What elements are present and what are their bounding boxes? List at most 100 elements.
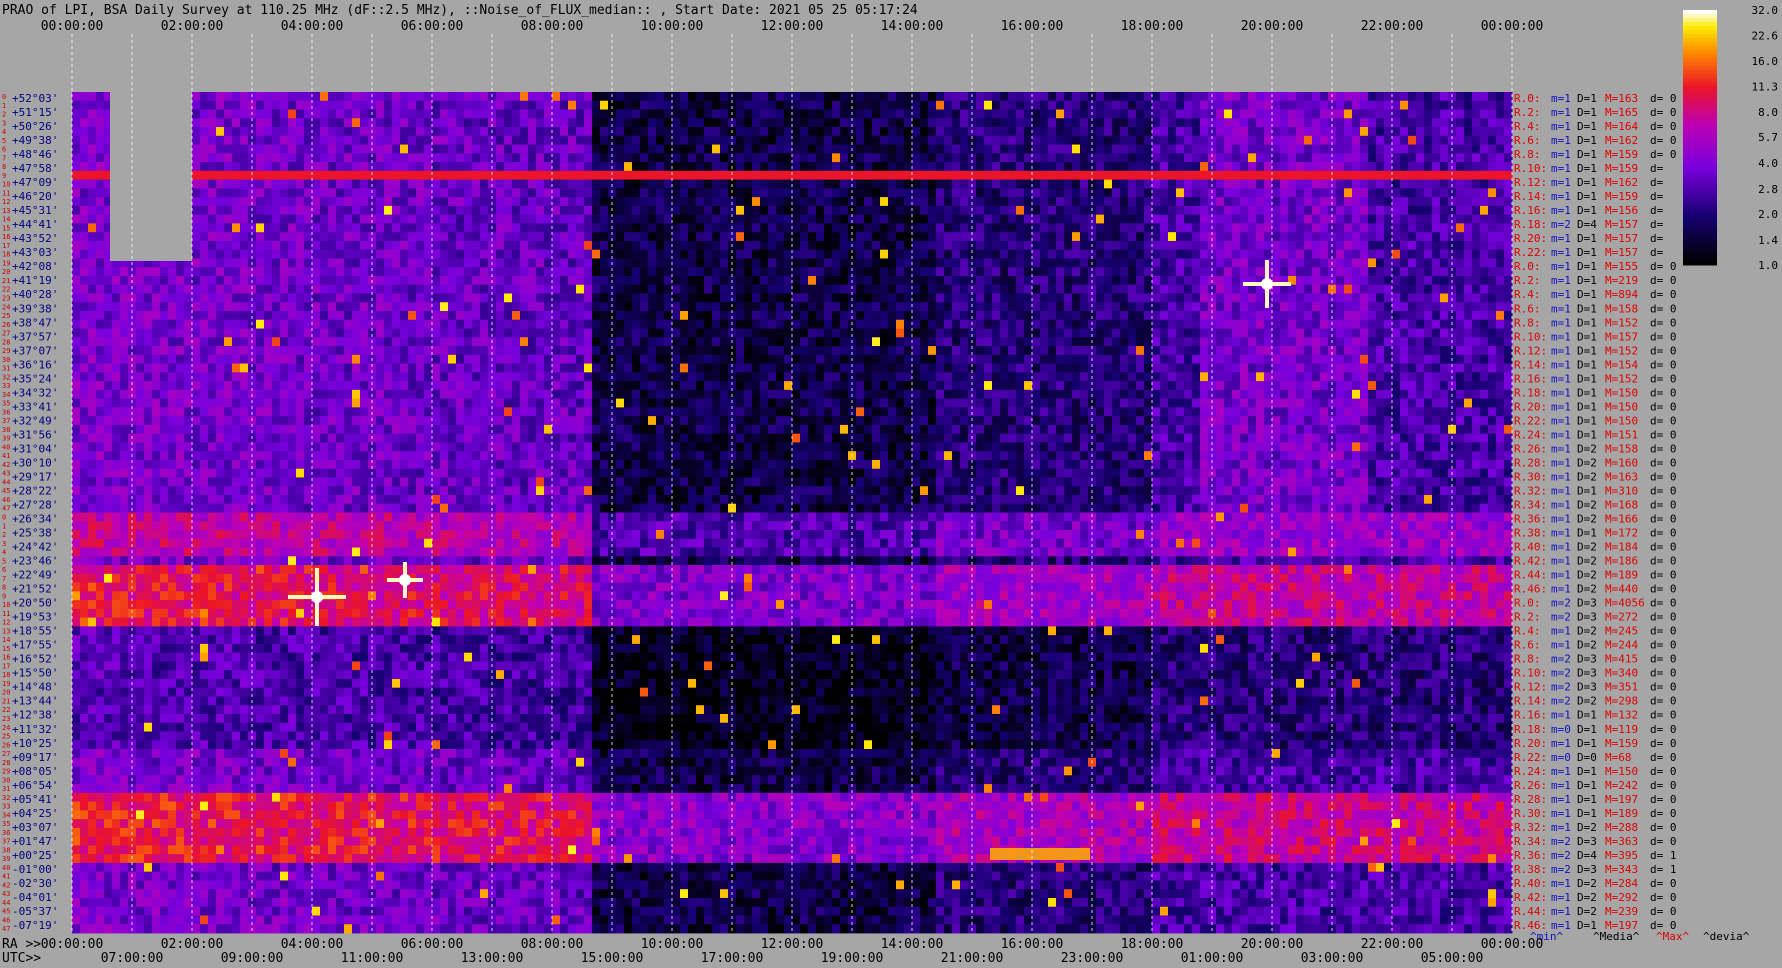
heat-cell [816,232,825,242]
heat-cell [1312,100,1321,110]
heat-cell [1320,267,1329,277]
heat-cell [280,258,289,268]
heat-cell [88,302,97,312]
heat-cell [208,284,217,294]
heat-cell [1248,170,1257,180]
heat-cell [1456,232,1465,242]
heat-cell [1040,127,1049,137]
heat-cell [760,275,769,286]
heat-cell [80,144,89,154]
heat-cell [88,205,97,216]
heat-cell [448,162,457,172]
heat-cell [232,214,241,224]
heat-cell [896,214,905,224]
heat-cell [784,223,793,233]
heat-cell [424,284,433,294]
heat-cell [776,153,785,163]
heat-cell [976,109,985,119]
heat-cell [552,223,561,233]
heat-cell [840,223,849,233]
heat-cell [760,153,769,163]
heat-cell [1032,240,1041,251]
heat-cell [544,223,553,233]
heat-cell [1312,205,1321,216]
heat-cell [1200,258,1209,268]
heat-cell [1248,144,1257,154]
heat-cell [344,118,353,128]
heat-cell [264,188,273,198]
heat-cell [1360,275,1369,286]
heat-cell [936,302,945,312]
heat-cell [528,214,537,224]
heat-cell [512,109,521,119]
heat-cell [1000,127,1009,137]
heat-cell [256,311,265,321]
heat-cell [224,311,233,321]
heat-cell [528,109,537,119]
heat-cell [440,170,449,180]
heat-cell [560,197,569,207]
heat-cell [696,223,705,233]
heat-cell [1096,258,1105,268]
heat-cell [1032,100,1041,110]
heat-cell [1048,275,1057,286]
heat-cell [1504,197,1513,207]
heat-cell [760,284,769,294]
heat-cell [1488,118,1497,128]
heat-cell [752,92,761,102]
heat-cell [696,267,705,277]
heat-cell [1368,109,1377,119]
heat-cell [1312,179,1321,189]
heat-cell [416,170,425,180]
heat-cell [392,284,401,294]
heat-cell [1016,179,1025,189]
heat-cell [568,92,577,102]
heat-cell [872,319,881,329]
heat-cell [816,258,825,268]
heat-cell [88,170,97,180]
heat-cell [920,214,929,224]
heat-cell [1152,188,1161,198]
heat-cell [648,267,657,277]
heat-cell [680,109,689,119]
heat-cell [80,127,89,137]
heat-cell [736,293,745,303]
heat-cell [816,153,825,163]
heat-cell [864,127,873,137]
heat-cell [720,293,729,303]
heat-cell [464,188,473,198]
heat-cell [1104,197,1113,207]
heat-cell [1400,267,1409,277]
heat-cell [1320,240,1329,251]
heat-cell [784,240,793,251]
heat-cell [1368,92,1377,102]
heat-cell [1072,328,1081,338]
heat-cell [424,109,433,119]
heat-cell [664,205,673,216]
heat-cell [376,302,385,312]
heat-cell [1104,240,1113,251]
heat-cell [784,179,793,189]
heat-cell [1424,135,1433,145]
heat-cell [1224,232,1233,242]
heat-cell [1312,311,1321,321]
heat-cell [1104,188,1113,198]
heat-cell [88,249,97,259]
heat-cell [688,319,697,329]
heat-cell [544,109,553,119]
heat-cell [640,109,649,119]
heat-cell [1248,197,1257,207]
heat-cell [1400,127,1409,137]
heat-cell [632,162,641,172]
heat-cell [72,100,81,110]
heat-cell [1064,302,1073,312]
heat-cell [584,162,593,172]
heat-cell [1168,240,1177,251]
heat-cell [1504,311,1513,321]
heat-cell [208,135,217,145]
heat-cell [312,284,321,294]
heat-cell [672,240,681,251]
heat-cell [952,144,961,154]
heat-cell [944,109,953,119]
heat-cell [1384,319,1393,329]
